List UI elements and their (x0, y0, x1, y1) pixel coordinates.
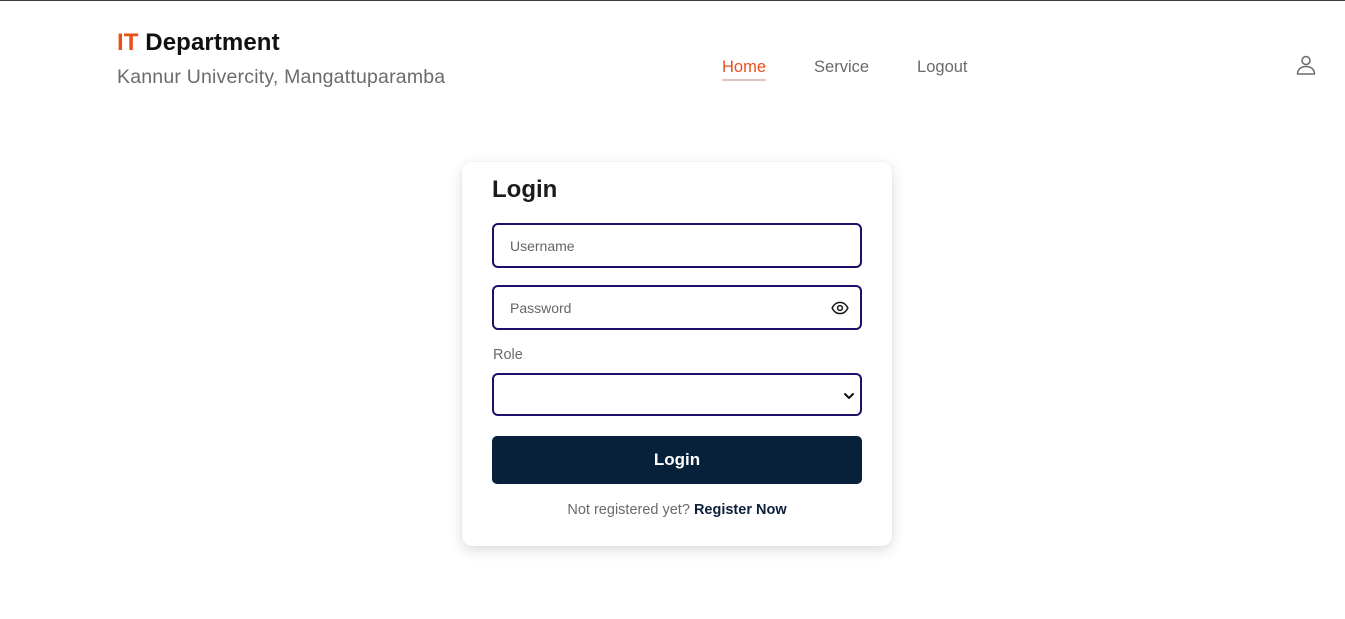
brand: IT Department Kannur Univercity, Mangatt… (117, 29, 445, 89)
login-title: Login (492, 176, 558, 203)
brand-accent: IT (117, 29, 139, 56)
nav-home-link[interactable]: Home (722, 58, 767, 81)
role-select[interactable] (494, 375, 860, 414)
role-select-wrapper (492, 373, 862, 416)
password-field-wrapper (492, 285, 862, 330)
register-prompt-text: Not registered yet? (567, 502, 690, 518)
brand-name: Department (138, 29, 280, 56)
brand-title: IT Department (117, 29, 445, 57)
page: IT Department Kannur Univercity, Mangatt… (0, 0, 1345, 619)
role-label: Role (493, 347, 523, 363)
register-now-link[interactable]: Register Now (694, 502, 787, 518)
nav-service-link[interactable]: Service (814, 58, 869, 81)
login-button[interactable]: Login (492, 436, 862, 484)
eye-icon[interactable] (831, 299, 849, 317)
username-input[interactable] (494, 225, 860, 266)
nav-logout-link[interactable]: Logout (917, 58, 967, 81)
user-icon[interactable] (1294, 53, 1318, 77)
login-card: Login Role Login N (462, 162, 892, 546)
register-prompt: Not registered yet? Register Now (462, 502, 892, 518)
username-field-wrapper (492, 223, 862, 268)
brand-subtitle: Kannur Univercity, Mangattuparamba (117, 66, 446, 88)
password-input[interactable] (494, 287, 860, 328)
main-nav: Home Service Logout (722, 58, 968, 81)
